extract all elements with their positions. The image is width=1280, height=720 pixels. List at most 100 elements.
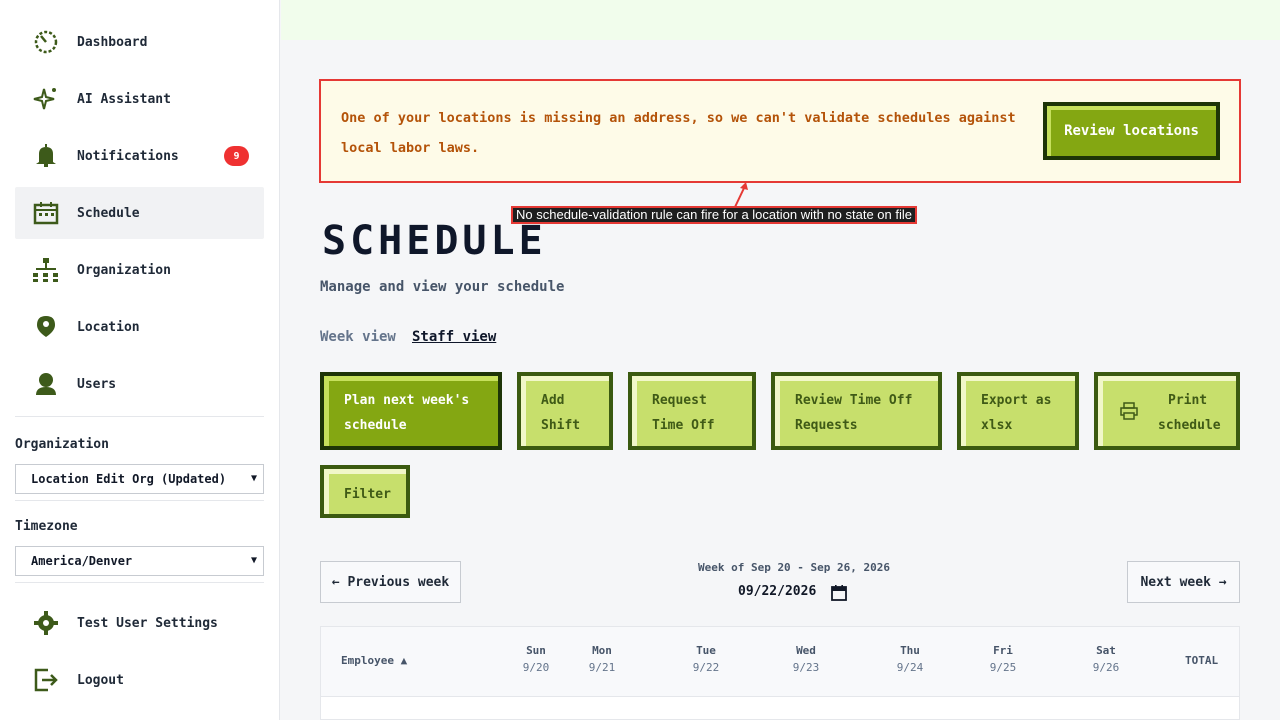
table-header-row: Employee ▲ Sun 9/20 Mon 9/21 Tue 9/22 We… — [321, 627, 1239, 697]
calendar-picker-icon[interactable] — [830, 584, 848, 602]
day-date: 9/25 — [989, 661, 1017, 674]
day-name: Thu — [900, 644, 920, 657]
location-pin-icon — [30, 311, 62, 343]
employee-column-header[interactable]: Employee ▲ — [341, 654, 407, 667]
sidebar-item-location[interactable]: Location — [15, 301, 264, 353]
button-label-line: Shift — [541, 418, 581, 433]
sidebar-item-label: AI Assistant — [77, 91, 171, 107]
button-label-line: Add — [541, 393, 565, 408]
sidebar-item-notifications[interactable]: Notifications 9 — [15, 130, 264, 182]
button-label-line: Requests — [795, 418, 858, 433]
day-name: Sat — [1096, 644, 1116, 657]
next-week-button[interactable]: Next week → — [1127, 561, 1240, 603]
sidebar-item-dashboard[interactable]: Dashboard — [15, 16, 264, 68]
chevron-down-icon: ▼ — [250, 555, 257, 566]
sidebar-item-schedule[interactable]: Schedule — [15, 187, 264, 239]
sidebar-item-organization[interactable]: Organization — [15, 244, 264, 296]
sidebar-item-label: Test User Settings — [77, 615, 218, 631]
review-time-off-requests-button[interactable]: Review Time Off Requests — [771, 372, 942, 450]
day-date: 9/21 — [588, 661, 616, 674]
sidebar-item-label: Organization — [77, 262, 171, 278]
day-name: Mon — [592, 644, 612, 657]
day-column-header: Wed 9/23 — [786, 644, 826, 674]
page-subtitle: Manage and view your schedule — [320, 279, 565, 295]
day-name: Wed — [796, 644, 816, 657]
button-label-line: schedule — [344, 418, 407, 433]
organization-select-value: Location Edit Org (Updated) — [31, 472, 227, 486]
plan-next-week-button[interactable]: Plan next week's schedule — [320, 372, 502, 450]
sidebar-item-label: Users — [77, 376, 117, 392]
chevron-down-icon: ▼ — [250, 473, 257, 484]
sidebar-item-label: Schedule — [77, 205, 140, 221]
day-date: 9/23 — [792, 661, 820, 674]
week-range-label: Week of Sep 20 - Sep 26, 2026 — [697, 561, 891, 574]
tab-staff-view[interactable]: Staff view — [412, 329, 496, 345]
total-column-header: TOTAL — [1185, 654, 1219, 667]
day-name: Fri — [993, 644, 1013, 657]
day-date: 9/24 — [896, 661, 924, 674]
calendar-icon — [30, 197, 62, 229]
sidebar-item-label: Logout — [77, 672, 124, 688]
missing-address-alert: One of your locations is missing an addr… — [319, 79, 1241, 183]
organization-select[interactable]: Location Edit Org (Updated) ▼ — [15, 464, 264, 494]
day-column-header: Sat 9/26 — [1086, 644, 1126, 674]
validation-tooltip: No schedule-validation rule can fire for… — [511, 206, 917, 224]
button-label-line: Print — [1168, 393, 1208, 408]
page-title: SCHEDULE — [322, 218, 547, 264]
sparkle-icon — [30, 83, 62, 115]
day-column-header: Thu 9/24 — [890, 644, 930, 674]
day-column-header: Mon 9/21 — [582, 644, 622, 674]
sidebar-divider — [15, 582, 264, 583]
button-label-line: Review Time Off — [795, 393, 913, 408]
printer-icon — [1120, 402, 1138, 420]
button-label-line: Plan next week's — [344, 393, 470, 408]
timezone-label: Timezone — [15, 519, 78, 534]
day-column-header: Fri 9/25 — [983, 644, 1023, 674]
sidebar-item-label: Dashboard — [77, 34, 148, 50]
button-label-line: schedule — [1158, 418, 1221, 433]
day-column-header: Tue 9/22 — [686, 644, 726, 674]
day-column-header: Sun 9/20 — [516, 644, 556, 674]
dashboard-icon — [30, 26, 62, 58]
sidebar-item-logout[interactable]: Logout — [15, 654, 264, 706]
gear-icon — [30, 607, 62, 639]
filter-button[interactable]: Filter — [320, 465, 410, 518]
day-date: 9/22 — [692, 661, 720, 674]
schedule-table: Employee ▲ Sun 9/20 Mon 9/21 Tue 9/22 We… — [320, 626, 1240, 720]
day-name: Sun — [526, 644, 546, 657]
week-date-input[interactable]: 09/22/2026 — [738, 584, 816, 599]
request-time-off-button[interactable]: Request Time Off — [628, 372, 756, 450]
timezone-select-value: America/Denver — [31, 554, 133, 568]
day-date: 9/20 — [522, 661, 550, 674]
day-date: 9/26 — [1092, 661, 1120, 674]
button-label-line: Time Off — [652, 418, 715, 433]
sidebar-divider — [15, 500, 264, 501]
org-chart-icon — [30, 254, 62, 286]
export-xlsx-button[interactable]: Export as xlsx — [957, 372, 1079, 450]
user-icon — [30, 368, 62, 400]
sidebar-item-users[interactable]: Users — [15, 358, 264, 410]
sidebar-item-ai-assistant[interactable]: AI Assistant — [15, 73, 264, 125]
sidebar-item-label: Notifications — [77, 148, 179, 164]
previous-week-button[interactable]: ← Previous week — [320, 561, 461, 603]
add-shift-button[interactable]: Add Shift — [517, 372, 613, 450]
organization-label: Organization — [15, 437, 109, 452]
sidebar: Dashboard AI Assistant Notifications 9 S… — [0, 0, 280, 720]
sidebar-item-label: Location — [77, 319, 140, 335]
review-locations-button[interactable]: Review locations — [1043, 102, 1220, 160]
button-label-line: xlsx — [981, 418, 1013, 433]
day-name: Tue — [696, 644, 716, 657]
button-label: Filter — [344, 487, 391, 502]
notification-count-badge: 9 — [224, 146, 249, 166]
bell-icon — [30, 140, 62, 172]
tab-week-view[interactable]: Week view — [320, 329, 396, 345]
button-label-line: Request — [652, 393, 707, 408]
top-bar — [281, 0, 1280, 40]
alert-message: One of your locations is missing an addr… — [341, 110, 1016, 156]
timezone-select[interactable]: America/Denver ▼ — [15, 546, 264, 576]
logout-icon — [30, 664, 62, 696]
button-label-line: Export as — [981, 393, 1052, 408]
print-schedule-button[interactable]: Print schedule — [1094, 372, 1240, 450]
sidebar-divider — [15, 416, 264, 417]
sidebar-item-settings[interactable]: Test User Settings — [15, 597, 264, 649]
